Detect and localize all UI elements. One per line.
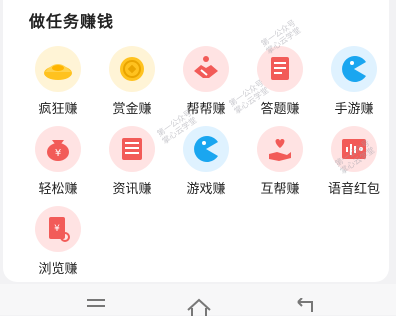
gold-coin-icon xyxy=(109,46,155,92)
task-label: 赏金赚 xyxy=(112,102,152,117)
news-icon xyxy=(109,126,155,172)
money-bag-icon: ¥ xyxy=(35,126,81,172)
task-item-youxi[interactable]: 游戏赚 xyxy=(175,126,249,200)
pacman-icon xyxy=(183,126,229,172)
pacman-icon xyxy=(331,46,377,92)
task-label: 浏览赚 xyxy=(38,262,78,277)
home-icon[interactable] xyxy=(186,290,216,316)
task-item-liulan[interactable]: ¥ 浏览赚 xyxy=(27,206,101,280)
task-label: 轻松赚 xyxy=(38,182,78,197)
task-label: 手游赚 xyxy=(334,102,374,117)
task-label: 游戏赚 xyxy=(186,182,226,197)
section-title: 做任务赚钱 xyxy=(29,12,115,31)
task-item-fengkuang[interactable]: 疯狂赚 xyxy=(27,46,101,120)
svg-text:¥: ¥ xyxy=(54,224,60,234)
task-item-shouyou[interactable]: 手游赚 xyxy=(323,46,396,120)
task-item-hubang[interactable]: 互帮赚 xyxy=(249,126,323,200)
task-label: 互帮赚 xyxy=(260,182,300,197)
task-section-card: 做任务赚钱 疯狂赚 赏金赚 帮帮赚 答题赚 手游赚 ¥ 轻松赚 资讯赚 游戏赚 … xyxy=(3,0,389,282)
menu-icon[interactable] xyxy=(84,290,114,316)
system-navbar xyxy=(0,284,396,316)
back-icon[interactable] xyxy=(294,290,324,316)
hand-heart-icon xyxy=(257,126,303,172)
task-item-shangjin[interactable]: 赏金赚 xyxy=(101,46,175,120)
task-label: 资讯赚 xyxy=(112,182,152,197)
svg-text:¥: ¥ xyxy=(55,148,61,159)
task-item-qingsong[interactable]: ¥ 轻松赚 xyxy=(27,126,101,200)
handshake-icon xyxy=(183,46,229,92)
task-label: 疯狂赚 xyxy=(38,102,78,117)
browse-doc-icon: ¥ xyxy=(35,206,81,252)
task-label: 语音红包 xyxy=(327,182,380,197)
gold-ingot-icon xyxy=(35,46,81,92)
